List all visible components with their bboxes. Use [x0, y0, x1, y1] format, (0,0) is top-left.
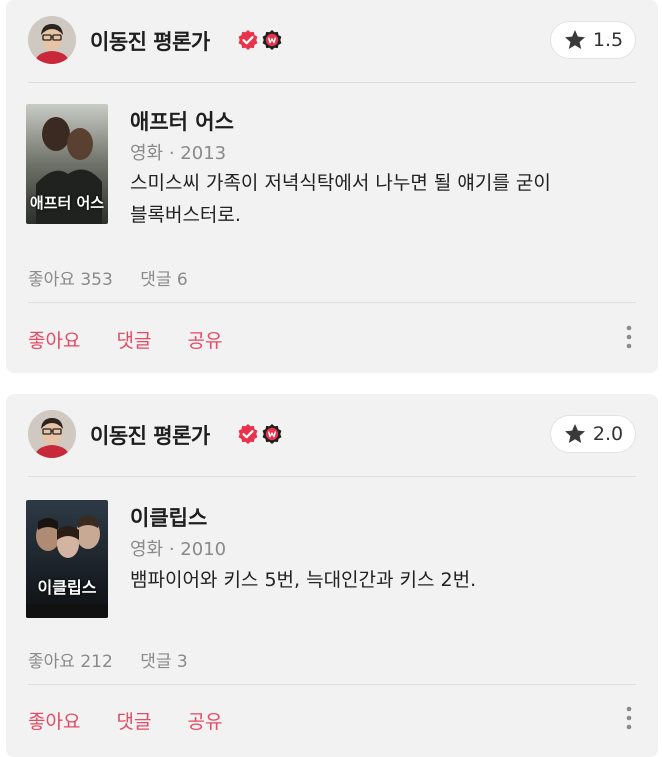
- rating-badge: 2.0: [550, 415, 636, 453]
- user-avatar[interactable]: [28, 410, 76, 458]
- like-button[interactable]: 좋아요: [28, 330, 80, 352]
- star-icon: [564, 30, 585, 49]
- star-icon: [564, 424, 585, 443]
- like-button[interactable]: 좋아요: [28, 711, 80, 733]
- movie-title[interactable]: 이클립스: [130, 502, 207, 532]
- user-avatar[interactable]: [28, 16, 76, 64]
- movie-title[interactable]: 애프터 어스: [130, 106, 234, 136]
- movie-poster[interactable]: 애프터 어스: [26, 104, 108, 224]
- divider: [28, 82, 636, 83]
- share-button[interactable]: 공유: [188, 330, 223, 352]
- action-bar: 좋아요 댓글 공유: [28, 326, 252, 353]
- review-stats: 좋아요 212 댓글 3: [28, 647, 210, 672]
- w-badge-icon: [262, 424, 282, 444]
- share-button[interactable]: 공유: [188, 711, 223, 733]
- divider: [28, 684, 636, 685]
- username[interactable]: 이동진 평론가: [90, 26, 210, 56]
- verified-check-icon: [238, 424, 258, 444]
- review-line: 스미스씨 가족이 저녁식탁에서 나누면 될 얘기를 굳이: [130, 172, 551, 194]
- comment-count: 댓글 3: [140, 652, 188, 672]
- review-line: 뱀파이어와 키스 5번, 늑대인간과 키스 2번.: [130, 569, 477, 591]
- divider: [28, 476, 636, 477]
- movie-meta: 영화 · 2013: [130, 143, 227, 164]
- like-count: 좋아요 212: [28, 652, 113, 672]
- review-header: 이동진 평론가 1.5: [6, 0, 658, 82]
- comment-count: 댓글 6: [140, 270, 188, 290]
- review-card: 이동진 평론가 1.5 애프터 어스 애프터 어스 영화 · 2013 스미스씨…: [6, 0, 658, 373]
- poster-title: 애프터 어스: [29, 194, 105, 212]
- review-text[interactable]: 뱀파이어와 키스 5번, 늑대인간과 키스 2번.: [130, 564, 640, 596]
- divider: [28, 302, 636, 303]
- w-badge-icon: [262, 30, 282, 50]
- review-card: 이동진 평론가 2.0 이클립스 이클립스 영화 · 2010 뱀파이어와 키스…: [6, 394, 658, 757]
- poster-title: 이클립스: [37, 578, 97, 597]
- movie-meta: 영화 · 2010: [130, 539, 227, 560]
- review-line: 블록버스터로.: [130, 204, 241, 226]
- username[interactable]: 이동진 평론가: [90, 420, 210, 450]
- comment-button[interactable]: 댓글: [117, 330, 152, 352]
- comment-button[interactable]: 댓글: [117, 711, 152, 733]
- rating-value: 2.0: [592, 423, 624, 445]
- more-options-icon[interactable]: [624, 324, 634, 350]
- like-count: 좋아요 353: [28, 270, 113, 290]
- rating-badge: 1.5: [550, 21, 636, 59]
- review-stats: 좋아요 353 댓글 6: [28, 265, 210, 290]
- movie-poster[interactable]: 이클립스: [26, 500, 108, 618]
- review-text[interactable]: 스미스씨 가족이 저녁식탁에서 나누면 될 얘기를 굳이 블록버스터로.: [130, 167, 640, 231]
- rating-value: 1.5: [592, 29, 624, 51]
- more-options-icon[interactable]: [624, 705, 634, 731]
- review-header: 이동진 평론가 2.0: [6, 394, 658, 476]
- action-bar: 좋아요 댓글 공유: [28, 707, 252, 734]
- verified-check-icon: [238, 30, 258, 50]
